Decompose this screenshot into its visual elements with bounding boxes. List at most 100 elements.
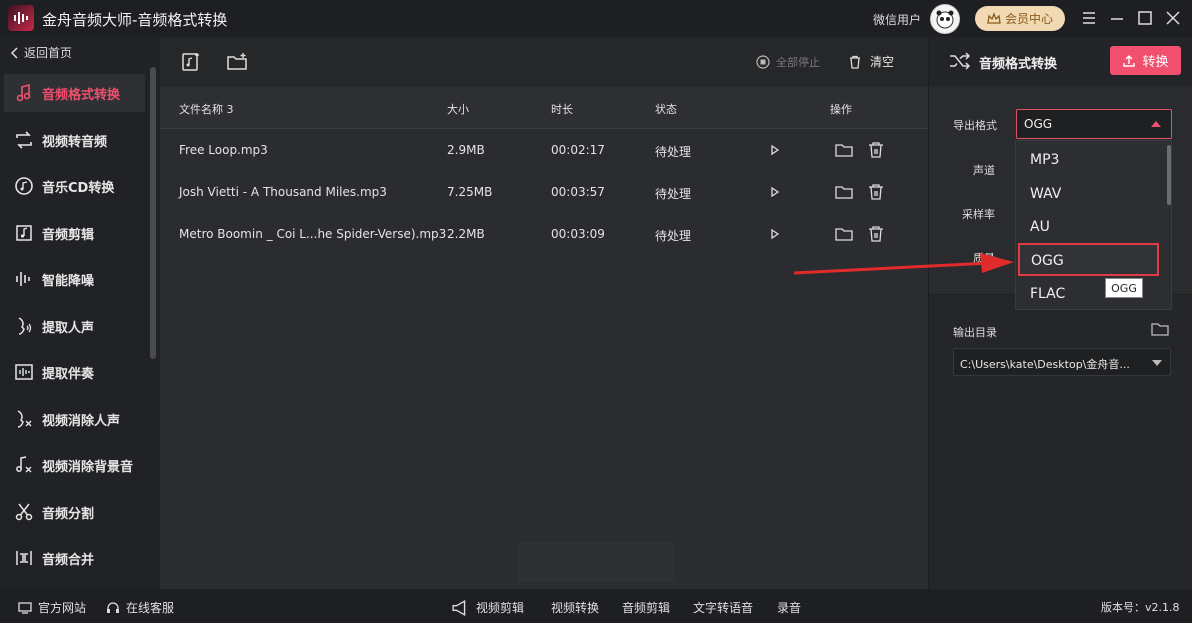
convert-button[interactable]: 转换 <box>1110 46 1181 75</box>
title-bar: 金舟音频大师-音频格式转换 微信用户 会员中心 <box>0 0 1192 37</box>
folder-icon[interactable] <box>835 225 853 243</box>
bottom-link-audio-edit[interactable]: 音频剪辑 <box>622 599 670 616</box>
merge-icon <box>16 551 32 565</box>
file-name: Josh Vietti - A Thousand Miles.mp3 <box>179 185 387 199</box>
megaphone-icon <box>452 599 466 616</box>
bottom-link-video-edit[interactable]: 视频剪辑 <box>476 599 524 616</box>
online-support-link[interactable]: 在线客服 <box>106 599 174 616</box>
app-title: 金舟音频大师-音频格式转换 <box>42 11 228 29</box>
sidebar-item-format-convert[interactable]: 音频格式转换 <box>4 74 145 112</box>
megaphone-link[interactable]: 视频剪辑 <box>450 599 524 616</box>
panel-title: 音频格式转换 <box>979 57 1058 72</box>
format-option[interactable]: AU <box>1016 211 1164 244</box>
sidebar-item-extract-accompaniment[interactable]: 提取伴奏 <box>4 353 145 391</box>
official-website-label: 官方网站 <box>38 601 87 615</box>
cd-icon <box>15 177 33 195</box>
format-option[interactable]: MP3 <box>1016 144 1164 177</box>
official-website-link[interactable]: 官方网站 <box>18 599 86 616</box>
back-home-link[interactable]: 返回首页 <box>10 44 72 61</box>
sidebar: 返回首页 音频格式转换 视频转音频 音乐CD转换 音频剪辑 智能降噪 提取人声 … <box>0 37 160 589</box>
sidebar-item-label: 提取伴奏 <box>42 366 95 382</box>
output-dir-value: C:\Users\kate\Desktop\金舟音... <box>960 358 1130 371</box>
column-header-name: 文件名称 3 <box>179 103 234 116</box>
bottom-link-record[interactable]: 录音 <box>777 599 801 616</box>
minimize-icon[interactable] <box>1107 8 1127 28</box>
waveform-logo-icon <box>14 12 28 24</box>
folder-icon[interactable] <box>1151 321 1169 337</box>
file-duration: 00:03:57 <box>551 185 605 199</box>
file-name: Free Loop.mp3 <box>179 143 268 157</box>
music-note-icon <box>16 83 31 102</box>
trash-icon[interactable] <box>867 225 885 243</box>
panda-avatar-icon <box>936 10 954 29</box>
export-format-select[interactable]: OGG <box>1016 109 1172 139</box>
clear-button[interactable]: 清空 <box>848 53 894 70</box>
table-row[interactable]: Free Loop.mp3 2.9MB 00:02:17 待处理 <box>160 130 928 172</box>
add-folder-icon[interactable] <box>226 51 248 73</box>
bottom-link-video-convert[interactable]: 视频转换 <box>551 599 599 616</box>
remove-voice-icon <box>17 410 32 428</box>
sidebar-item-label: 视频转音频 <box>42 134 108 150</box>
file-duration: 00:02:17 <box>551 143 605 157</box>
caret-up-icon <box>1151 121 1161 127</box>
chevron-left-icon <box>10 46 18 59</box>
sidebar-item-audio-edit[interactable]: 音频剪辑 <box>4 214 145 252</box>
play-icon[interactable] <box>766 141 784 159</box>
vip-center-button[interactable]: 会员中心 <box>975 6 1065 31</box>
file-name: Metro Boomin _ Coi L...he Spider-Verse).… <box>179 227 447 241</box>
sidebar-item-video-remove-voice[interactable]: 视频消除人声 <box>4 400 145 438</box>
stop-all-button[interactable]: 全部停止 <box>756 54 820 70</box>
sidebar-item-label: 音频合并 <box>42 552 95 568</box>
close-icon[interactable] <box>1163 8 1183 28</box>
quality-label: 质量 <box>973 252 995 265</box>
remove-bg-icon <box>16 456 32 473</box>
clear-label: 清空 <box>870 55 895 69</box>
dropdown-scrollbar[interactable] <box>1167 145 1171 205</box>
tooltip: OGG <box>1105 278 1143 298</box>
sidebar-item-extract-voice[interactable]: 提取人声 <box>4 307 145 345</box>
sidebar-item-cd-convert[interactable]: 音乐CD转换 <box>4 167 145 205</box>
menu-icon[interactable] <box>1079 8 1099 28</box>
sidebar-item-label: 提取人声 <box>42 320 95 336</box>
play-icon[interactable] <box>766 183 784 201</box>
add-file-icon[interactable] <box>180 51 202 73</box>
play-icon[interactable] <box>766 225 784 243</box>
sidebar-item-audio-split[interactable]: 音频分割 <box>4 493 145 531</box>
bottom-link-tts[interactable]: 文字转语音 <box>693 599 753 616</box>
format-option-selected[interactable]: OGG <box>1018 243 1159 276</box>
crown-icon <box>987 11 1001 24</box>
convert-arrows-icon <box>16 131 32 149</box>
accompaniment-icon <box>15 364 33 380</box>
user-name[interactable]: 微信用户 <box>873 11 921 28</box>
maximize-icon[interactable] <box>1135 8 1155 28</box>
trash-icon[interactable] <box>867 183 885 201</box>
format-option[interactable]: WAV <box>1016 178 1164 211</box>
sidebar-item-video-remove-bg[interactable]: 视频消除背景音 <box>4 446 145 484</box>
version-label: 版本号：v2.1.8 <box>1101 601 1180 614</box>
sidebar-item-audio-merge[interactable]: 音频合并 <box>4 539 145 577</box>
avatar[interactable] <box>930 4 960 34</box>
folder-icon[interactable] <box>835 183 853 201</box>
sidebar-item-label: 智能降噪 <box>42 273 95 289</box>
waveform-icon <box>16 272 30 286</box>
sidebar-item-video-to-audio[interactable]: 视频转音频 <box>4 121 145 159</box>
settings-header: 音频格式转换 转换 <box>929 37 1192 85</box>
trash-icon[interactable] <box>867 141 885 159</box>
caret-down-icon <box>1152 360 1162 366</box>
sidebar-item-label: 音频格式转换 <box>42 87 121 103</box>
file-status: 待处理 <box>655 229 692 243</box>
faint-action-button[interactable] <box>518 542 675 582</box>
settings-panel: 音频格式转换 转换 导出格式 OGG 声道 采样率 质量 输出目录 C:\Use… <box>928 37 1192 589</box>
trash-icon <box>850 55 860 69</box>
export-format-value: OGG <box>1024 117 1053 131</box>
channel-label: 声道 <box>973 164 995 177</box>
folder-icon[interactable] <box>835 141 853 159</box>
sidebar-item-label: 音频剪辑 <box>42 227 95 243</box>
sidebar-item-denoise[interactable]: 智能降噪 <box>4 260 145 298</box>
sidebar-scrollbar[interactable] <box>150 67 156 359</box>
stop-circle-icon <box>756 55 770 69</box>
table-row[interactable]: Metro Boomin _ Coi L...he Spider-Verse).… <box>160 214 928 256</box>
voice-icon <box>18 317 32 335</box>
output-dir-select[interactable]: C:\Users\kate\Desktop\金舟音... <box>953 348 1171 376</box>
table-row[interactable]: Josh Vietti - A Thousand Miles.mp3 7.25M… <box>160 172 928 214</box>
